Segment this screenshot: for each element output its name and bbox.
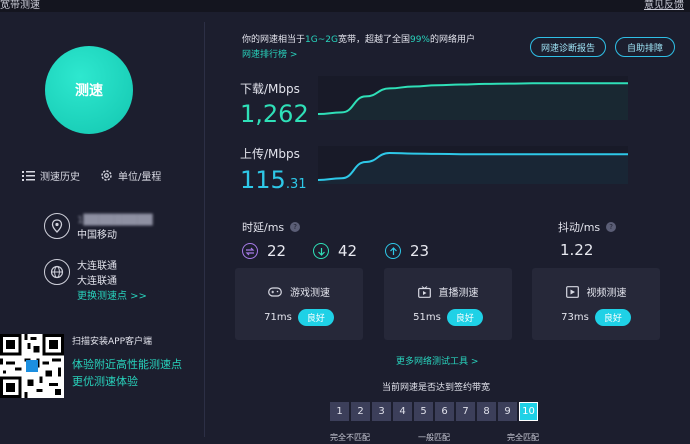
feedback-link[interactable]: 意见反馈 <box>644 0 684 11</box>
qr-title: 扫描安装APP客户端 <box>72 337 153 347</box>
live-tv-icon <box>417 285 431 298</box>
ip-address: 1█████████ <box>77 215 153 226</box>
speed-button-label: 测速 <box>75 83 103 99</box>
speed-summary: 你的网速相当于1G~2G宽带，超越了全国99%的网络用户 网速排行榜 > <box>242 33 475 63</box>
swap-icon <box>242 243 258 259</box>
qr-promo: 体验附近高性能测速点 更优测速体验 <box>72 356 182 390</box>
rating-option-2[interactable]: 2 <box>351 402 370 421</box>
video-test-title: 视频测速 <box>586 288 627 299</box>
list-icon <box>22 171 35 181</box>
latency-download: 42 <box>313 242 357 260</box>
game-test-card[interactable]: 游戏测速 71ms 良好 <box>235 268 363 340</box>
history-label: 测速历史 <box>40 172 80 183</box>
live-test-ms: 51ms <box>413 312 441 323</box>
rating-option-4[interactable]: 4 <box>393 402 412 421</box>
latency-upload-value: 23 <box>410 242 430 260</box>
latency-heading: 时延/ms ? <box>242 219 301 235</box>
latency-upload: 23 <box>385 242 429 260</box>
video-test-ms: 73ms <box>561 312 589 323</box>
unit-range-button[interactable]: 单位/量程 <box>100 168 161 183</box>
video-test-badge: 良好 <box>594 309 631 326</box>
game-test-ms: 71ms <box>264 312 292 323</box>
summary-middle: 宽带，超越了全国 <box>337 35 410 45</box>
rating-option-6[interactable]: 6 <box>435 402 454 421</box>
isp-name: 中国移动 <box>77 230 117 241</box>
live-test-card[interactable]: 直播测速 51ms 良好 <box>384 268 512 340</box>
gear-icon <box>101 170 112 181</box>
rating-option-5[interactable]: 5 <box>414 402 433 421</box>
latency-label: 时延/ms <box>242 221 285 234</box>
download-chart <box>318 82 628 120</box>
rating-option-9[interactable]: 9 <box>498 402 517 421</box>
latency-help-icon[interactable]: ? <box>290 222 301 232</box>
globe-icon <box>44 259 70 285</box>
live-test-badge: 良好 <box>446 309 483 326</box>
latency-idle-value: 22 <box>267 242 287 260</box>
unit-label: 单位/量程 <box>118 172 162 183</box>
latency-download-value: 42 <box>338 242 358 260</box>
arrow-down-icon <box>313 243 329 259</box>
start-speed-test-button[interactable]: 测速 <box>45 46 133 134</box>
download-value: 1,262 <box>240 100 309 128</box>
rating-option-3[interactable]: 3 <box>372 402 391 421</box>
latency-idle: 22 <box>242 242 286 260</box>
diagnosis-report-button[interactable]: 网速诊断报告 <box>530 37 606 57</box>
self-troubleshoot-label: 自助排障 <box>626 43 663 54</box>
bandwidth-question: 当前网速是否达到签约带宽 <box>382 383 491 393</box>
bandwidth-rating-scale: 1 2 3 4 5 6 7 8 9 10 <box>330 402 540 421</box>
jitter-help-icon[interactable]: ? <box>606 222 617 232</box>
live-test-title: 直播测速 <box>438 288 479 299</box>
diagnosis-report-label: 网速诊断报告 <box>540 43 595 54</box>
game-test-title: 游戏测速 <box>290 288 330 299</box>
rating-option-1[interactable]: 1 <box>330 402 349 421</box>
panel-divider <box>204 22 205 437</box>
top-bar: 宽带测速 意见反馈 <box>0 0 690 12</box>
rating-option-10[interactable]: 10 <box>519 402 538 421</box>
app-qr-code <box>0 334 64 398</box>
jitter-heading: 抖动/ms ? <box>558 219 617 235</box>
isp-info: 1█████████ 中国移动 <box>44 213 153 243</box>
app-title: 宽带测速 <box>0 0 40 11</box>
server-line-1: 大连联通 <box>77 261 117 272</box>
video-test-card[interactable]: 视频测速 73ms 良好 <box>532 268 660 340</box>
download-area <box>318 83 628 120</box>
qr-promo-line-1[interactable]: 体验附近高性能测速点 <box>72 356 182 373</box>
upload-label: 上传/Mbps <box>240 147 300 161</box>
server-line-2: 大连联通 <box>77 276 117 287</box>
scale-label-high: 完全匹配 <box>507 433 539 442</box>
self-troubleshoot-button[interactable]: 自助排障 <box>615 37 675 57</box>
gamepad-icon <box>268 286 282 297</box>
summary-bandwidth: 1G~2G <box>305 35 338 45</box>
server-info: 大连联通 大连联通 更换测速点 >> <box>44 259 147 304</box>
change-server-link[interactable]: 更换测速点 >> <box>77 289 147 304</box>
rating-option-7[interactable]: 7 <box>456 402 475 421</box>
rating-option-8[interactable]: 8 <box>477 402 496 421</box>
download-label: 下载/Mbps <box>240 82 300 96</box>
video-icon <box>565 285 579 298</box>
upload-value-dec: .31 <box>285 177 307 192</box>
more-tools-link[interactable]: 更多网络测试工具 > <box>396 354 478 367</box>
location-icon <box>44 213 70 239</box>
summary-suffix: 的网络用户 <box>430 35 476 45</box>
history-button[interactable]: 测速历史 <box>22 168 80 183</box>
upload-chart <box>318 151 628 184</box>
upload-value-int: 115 <box>240 166 286 194</box>
summary-prefix: 你的网速相当于 <box>242 35 306 45</box>
qr-promo-line-2[interactable]: 更优测速体验 <box>72 373 182 390</box>
jitter-value: 1.22 <box>560 241 594 259</box>
summary-percent: 99% <box>409 35 430 45</box>
scale-label-low: 完全不匹配 <box>330 433 370 442</box>
game-test-badge: 良好 <box>297 309 334 326</box>
jitter-label: 抖动/ms <box>558 221 601 234</box>
scale-label-mid: 一般匹配 <box>418 433 450 442</box>
upload-value: 115.31 <box>240 166 307 194</box>
upload-area <box>318 153 628 184</box>
speed-ranking-link[interactable]: 网速排行榜 > <box>242 48 475 63</box>
arrow-up-icon <box>385 243 401 259</box>
